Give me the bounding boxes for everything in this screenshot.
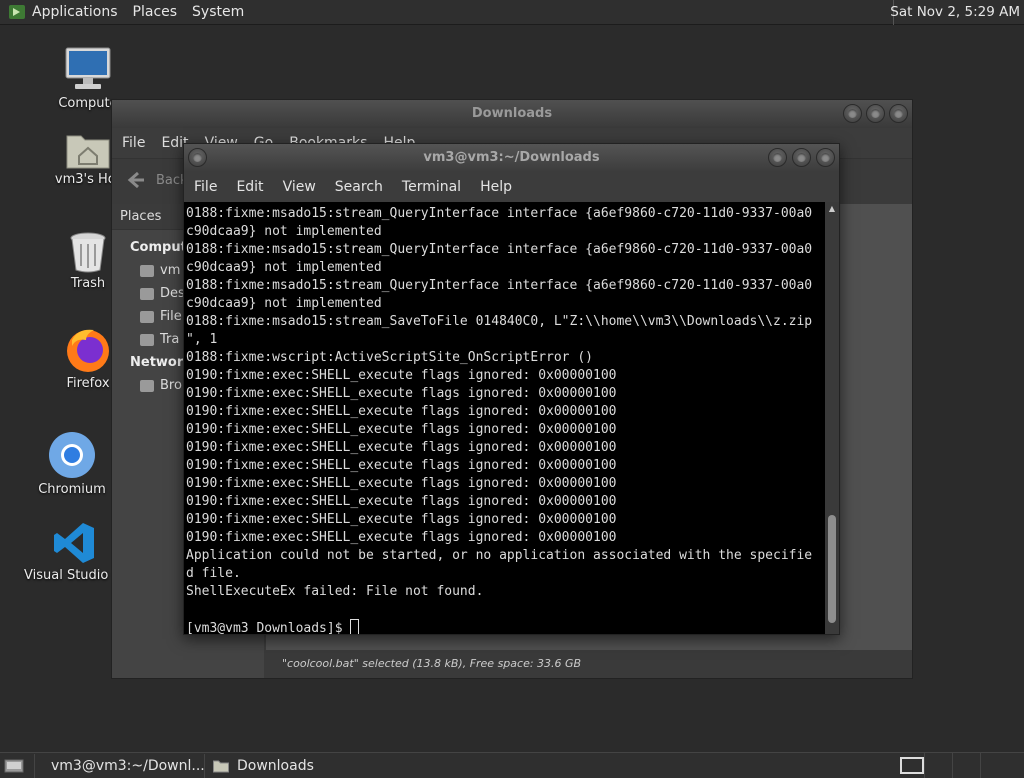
scroll-up-arrow-icon[interactable]: ▲: [825, 202, 839, 216]
desktop-icon-chromium[interactable]: Chromium: [22, 430, 122, 497]
sidebar-item-label: Bro: [160, 378, 182, 393]
terminal-scrollbar[interactable]: ▲: [825, 202, 839, 634]
desktop-icon-label: Visual Studio Co: [24, 568, 130, 583]
terminal-line: 0188:fixme:msado15:stream_QueryInterface…: [186, 206, 813, 221]
terminal-line: 0188:fixme:msado15:stream_QueryInterface…: [186, 242, 813, 257]
terminal-line: c90dcaa9} not implemented: [186, 224, 382, 239]
home-icon: [140, 264, 154, 277]
close-button[interactable]: [889, 104, 908, 123]
back-arrow-icon: [127, 171, 144, 189]
trash-icon: [70, 232, 106, 273]
terminal-line: 0190:fixme:exec:SHELL_execute flags igno…: [186, 512, 617, 527]
workspace-switcher[interactable]: [900, 757, 924, 774]
drive-icon: [140, 310, 154, 323]
taskbar-item-downloads[interactable]: Downloads: [205, 754, 324, 778]
system-menu[interactable]: System: [192, 4, 244, 20]
menu-file[interactable]: File: [122, 135, 145, 151]
terminal-line: c90dcaa9} not implemented: [186, 260, 382, 275]
window-menu-button[interactable]: [188, 148, 207, 167]
text-cursor: [350, 619, 360, 634]
terminal-line: d file.: [186, 566, 241, 581]
file-manager-titlebar[interactable]: Downloads: [112, 100, 912, 128]
firefox-icon: [67, 329, 109, 372]
terminal-line: 0190:fixme:exec:SHELL_execute flags igno…: [186, 494, 617, 509]
taskbar-item-label: vm3@vm3:~/Downl...: [51, 757, 205, 774]
desktop-icon-label: Chromium: [38, 482, 106, 497]
clock[interactable]: Sat Nov 2, 5:29 AM: [890, 4, 1020, 20]
show-desktop-button[interactable]: [0, 753, 35, 778]
shell-prompt: [vm3@vm3 Downloads]$: [186, 621, 351, 634]
minimize-button[interactable]: [768, 148, 787, 167]
terminal-line: 0190:fixme:exec:SHELL_execute flags igno…: [186, 458, 617, 473]
maximize-button[interactable]: [866, 104, 885, 123]
terminal-prompt-line[interactable]: [vm3@vm3 Downloads]$: [186, 619, 827, 634]
sidebar-item-label: File: [160, 309, 182, 324]
terminal-titlebar[interactable]: vm3@vm3:~/Downloads: [184, 144, 839, 172]
bottom-panel: vm3@vm3:~/Downl... Downloads: [0, 752, 1024, 778]
desktop-icon: [140, 287, 154, 300]
desktop-icon-vscode[interactable]: Visual Studio Co: [24, 520, 130, 583]
sidebar-item-label: Tra: [160, 332, 180, 347]
minimize-button[interactable]: [843, 104, 862, 123]
terminal-menubar: File Edit View Search Terminal Help: [184, 172, 839, 202]
terminal-line: c90dcaa9} not implemented: [186, 296, 382, 311]
scrollbar-thumb[interactable]: [828, 515, 836, 623]
folder-icon: [213, 760, 229, 772]
back-button[interactable]: Back: [124, 169, 188, 191]
applications-menu[interactable]: Applications: [32, 4, 118, 20]
sidebar-item-label: vm: [160, 263, 181, 278]
menu-search[interactable]: Search: [335, 179, 383, 195]
terminal-line: ", 1: [186, 332, 218, 347]
window-title: vm3@vm3:~/Downloads: [423, 150, 600, 165]
terminal-line: 0190:fixme:exec:SHELL_execute flags igno…: [186, 440, 617, 455]
chromium-icon: [49, 432, 95, 478]
show-desktop-icon: [4, 759, 24, 772]
menu-help[interactable]: Help: [480, 179, 512, 195]
terminal-output[interactable]: 0188:fixme:msado15:stream_QueryInterface…: [184, 202, 827, 634]
menu-edit[interactable]: Edit: [236, 179, 263, 195]
maximize-button[interactable]: [792, 148, 811, 167]
workspace-4[interactable]: [980, 753, 1008, 778]
workspace-2[interactable]: [924, 753, 952, 778]
terminal-line: 0190:fixme:exec:SHELL_execute flags igno…: [186, 422, 617, 437]
places-menu[interactable]: Places: [133, 4, 178, 20]
status-bar: "coolcool.bat" selected (13.8 kB), Free …: [266, 650, 912, 678]
terminal-line: 0188:fixme:wscript:ActiveScriptSite_OnSc…: [186, 350, 593, 365]
taskbar-item-label: Downloads: [237, 757, 314, 774]
trash-icon: [140, 333, 154, 346]
terminal-window[interactable]: vm3@vm3:~/Downloads File Edit View Searc…: [183, 143, 840, 635]
close-button[interactable]: [816, 148, 835, 167]
home-folder-icon: [66, 135, 110, 169]
terminal-line: ShellExecuteEx failed: File not found.: [186, 584, 484, 599]
terminal-line: 0188:fixme:msado15:stream_SaveToFile 014…: [186, 314, 813, 329]
menu-view[interactable]: View: [283, 179, 316, 195]
vscode-icon: [54, 523, 94, 563]
gnome-foot-icon[interactable]: [8, 3, 26, 21]
workspace-3[interactable]: [952, 753, 980, 778]
menu-file[interactable]: File: [194, 179, 217, 195]
terminal-line: 0190:fixme:exec:SHELL_execute flags igno…: [186, 476, 617, 491]
network-icon: [140, 379, 154, 392]
terminal-line: 0188:fixme:msado15:stream_QueryInterface…: [186, 278, 813, 293]
top-panel: Applications Places System Sat Nov 2, 5:…: [0, 0, 1024, 25]
computer-icon: [65, 47, 111, 89]
terminal-line: 0190:fixme:exec:SHELL_execute flags igno…: [186, 404, 617, 419]
terminal-line: Application could not be started, or no …: [186, 548, 813, 563]
sidebar-item-label: Des: [160, 286, 185, 301]
menu-terminal[interactable]: Terminal: [402, 179, 461, 195]
terminal-line: 0190:fixme:exec:SHELL_execute flags igno…: [186, 530, 617, 545]
taskbar-item-terminal[interactable]: vm3@vm3:~/Downl...: [35, 753, 205, 778]
terminal-line: 0190:fixme:exec:SHELL_execute flags igno…: [186, 368, 617, 383]
terminal-line: 0190:fixme:exec:SHELL_execute flags igno…: [186, 386, 617, 401]
window-title: Downloads: [471, 106, 553, 121]
